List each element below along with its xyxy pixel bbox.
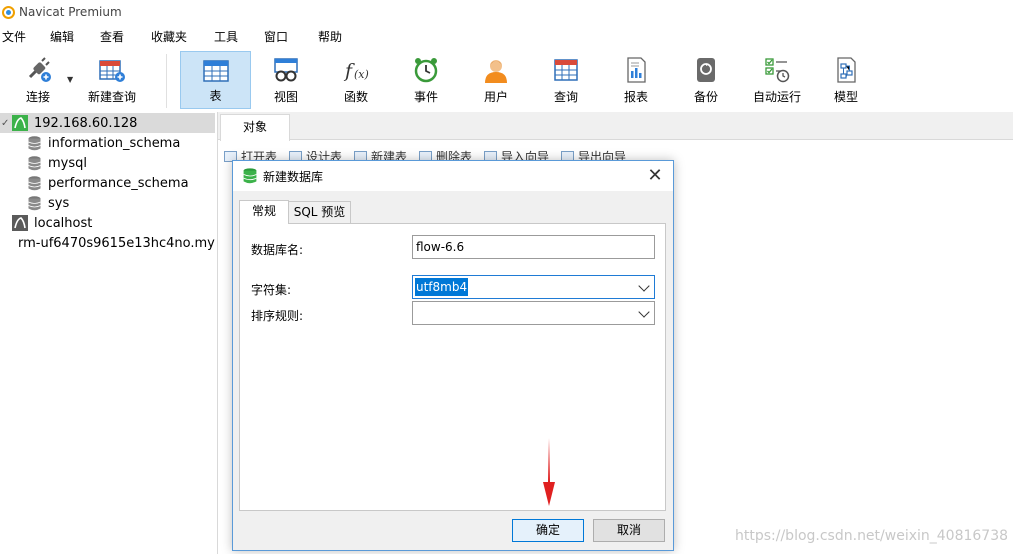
general-panel: 数据库名: flow-6.6 字符集: utf8mb4 排序规则:: [239, 223, 666, 511]
tree-connection-rm[interactable]: rm-uf6470s9615e13hc4no.mysc: [0, 233, 215, 253]
backup-button[interactable]: 备份: [676, 51, 736, 109]
report-icon: [627, 57, 646, 83]
schedule-icon: [765, 58, 790, 83]
event-button[interactable]: 事件: [396, 51, 456, 109]
model-icon: [837, 57, 856, 83]
database-icon: [28, 155, 41, 170]
menu-edit[interactable]: 编辑: [50, 28, 74, 45]
cancel-button[interactable]: 取消: [593, 519, 665, 542]
main-toolbar: 连接 ▼ 新建查询 表 视图 f (x) 函数 事件 用户 查询 报表 备份 自…: [0, 48, 1013, 112]
report-button[interactable]: 报表: [606, 51, 666, 109]
query-button[interactable]: 查询: [536, 51, 596, 109]
tree-database-label: performance_schema: [48, 175, 189, 191]
collation-label: 排序规则:: [251, 309, 304, 323]
connect-label: 连接: [25, 90, 50, 104]
charset-select[interactable]: utf8mb4: [412, 275, 655, 299]
new-query-label: 新建查询: [87, 90, 136, 104]
plug-connect-icon: [28, 57, 51, 82]
charset-label: 字符集:: [251, 283, 292, 297]
connect-dropdown-icon[interactable]: ▼: [67, 75, 73, 84]
tree-database-information-schema[interactable]: information_schema: [0, 133, 215, 153]
menu-help[interactable]: 帮助: [318, 28, 342, 45]
new-query-button[interactable]: 新建查询: [82, 51, 142, 109]
tree-connection-label: 192.168.60.128: [34, 115, 138, 131]
navicat-logo-icon: [2, 5, 15, 19]
user-button[interactable]: 用户: [466, 51, 526, 109]
mysql-connection-icon: [12, 215, 28, 231]
tab-general[interactable]: 常规: [239, 200, 289, 224]
database-icon: [28, 175, 41, 190]
tree-database-label: mysql: [48, 155, 87, 171]
connect-button[interactable]: 连接: [8, 51, 68, 109]
tree-database-sys[interactable]: sys: [0, 193, 215, 213]
window-title: Navicat Premium: [19, 5, 122, 19]
table-icon: [202, 60, 229, 82]
menu-view[interactable]: 查看: [100, 28, 124, 45]
collation-value: [415, 304, 417, 322]
chevron-down-icon: [638, 306, 650, 318]
tree-connection-label: rm-uf6470s9615e13hc4no.mysc: [18, 235, 215, 251]
table-button[interactable]: 表: [180, 51, 251, 109]
tab-sql-preview[interactable]: SQL 预览: [288, 201, 351, 223]
watermark-text: https://blog.csdn.net/weixin_40816738: [735, 528, 1009, 544]
tree-database-performance-schema[interactable]: performance_schema: [0, 173, 215, 193]
db-name-label: 数据库名:: [251, 243, 304, 257]
toolbar-separator: [166, 54, 167, 108]
table-label: 表: [209, 89, 222, 103]
db-name-input[interactable]: flow-6.6: [412, 235, 655, 259]
charset-value: utf8mb4: [415, 278, 469, 296]
alarm-clock-icon: [414, 58, 438, 83]
collapse-arrow-icon[interactable]: ✓: [1, 118, 12, 129]
view-icon: [274, 58, 298, 82]
menu-tools[interactable]: 工具: [214, 28, 238, 45]
tree-database-label: sys: [48, 195, 70, 211]
object-tabstrip: 对象: [218, 112, 1013, 141]
dialog-title-bar: 新建数据库: [233, 161, 673, 191]
query-label: 查询: [553, 90, 578, 104]
auto-run-button[interactable]: 自动运行: [746, 51, 808, 109]
menu-bar: 文件 编辑 查看 收藏夹 工具 窗口 帮助: [0, 24, 1013, 48]
auto-run-label: 自动运行: [752, 90, 801, 104]
tab-objects[interactable]: 对象: [220, 114, 290, 141]
event-label: 事件: [413, 90, 438, 104]
menu-favorites[interactable]: 收藏夹: [151, 28, 187, 45]
new-database-dialog: 新建数据库 ✕ 常规 SQL 预览 数据库名: flow-6.6 字符集: ut…: [232, 160, 674, 551]
model-label: 模型: [833, 90, 858, 104]
menu-file[interactable]: 文件: [2, 28, 26, 45]
collation-select[interactable]: [412, 301, 655, 325]
database-icon: [28, 195, 41, 210]
chevron-down-icon: [638, 280, 650, 292]
function-label: 函数: [343, 90, 368, 104]
backup-icon: [697, 58, 715, 82]
function-button[interactable]: f (x) 函数: [326, 51, 386, 109]
tree-connection-localhost[interactable]: localhost: [0, 213, 215, 233]
report-label: 报表: [623, 90, 648, 104]
database-green-icon: [243, 168, 257, 184]
menu-window[interactable]: 窗口: [264, 28, 288, 45]
close-icon[interactable]: ✕: [645, 166, 665, 186]
svg-text:(x): (x): [354, 68, 369, 81]
annotation-arrow-icon: [543, 438, 555, 506]
view-button[interactable]: 视图: [256, 51, 316, 109]
function-icon: f (x): [343, 60, 369, 82]
tree-database-mysql[interactable]: mysql: [0, 153, 215, 173]
title-bar: Navicat Premium: [0, 0, 1013, 24]
dialog-title: 新建数据库: [263, 169, 324, 184]
tree-connection-192-168-60-128[interactable]: ✓ 192.168.60.128: [0, 113, 215, 133]
mysql-connection-active-icon: [12, 115, 28, 131]
connection-tree: ✓ 192.168.60.128 information_schema mysq…: [0, 112, 215, 554]
new-query-icon: [99, 60, 125, 82]
tree-database-label: information_schema: [48, 135, 181, 151]
backup-label: 备份: [693, 90, 718, 104]
tree-connection-label: localhost: [34, 215, 93, 231]
user-icon: [485, 60, 507, 83]
database-icon: [28, 135, 41, 150]
view-label: 视图: [273, 90, 298, 104]
ok-button[interactable]: 确定: [512, 519, 584, 542]
query-icon: [554, 59, 578, 81]
user-label: 用户: [483, 90, 508, 104]
model-button[interactable]: 模型: [816, 51, 876, 109]
